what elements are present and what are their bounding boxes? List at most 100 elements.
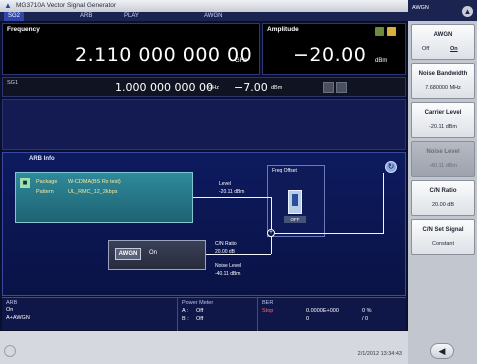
sg1-amplitude-unit: dBm (271, 85, 283, 91)
awgn-box[interactable]: AWGN On (108, 240, 206, 270)
softkey-noise-bandwidth-value: 7.680000 MHz (425, 85, 461, 91)
soft-key-panel-title: AWGN (412, 5, 429, 11)
output-riser-wire (383, 173, 384, 234)
bottom-bar: 2/1/2012 13:34:43 (0, 331, 408, 364)
main-display: Frequency 2.110 000 000 00 GHz Amplitude… (0, 21, 408, 331)
sg1-frequency-value: 1.000 000 000 00 (115, 81, 213, 94)
level-value: -20.11 dBm (219, 189, 245, 195)
soft-key-header: AWGN ▲ (408, 0, 477, 21)
window-title: MG3710A Vector Signal Generator (16, 2, 117, 9)
amplitude-mod-icon[interactable] (375, 27, 384, 36)
arb-status-line2: A+AWGN (6, 315, 30, 321)
softkey-carrier-level[interactable]: Carrier Level -20.11 dBm (411, 102, 475, 138)
softkey-noise-bandwidth[interactable]: Noise Bandwidth 7.680000 MHz (411, 63, 475, 99)
app-logo-icon: ▲ (4, 1, 12, 10)
softkey-cn-ratio-title: C/N Ratio (429, 188, 457, 194)
sg1-mod-button[interactable] (323, 82, 334, 93)
arb-status-line1: On (6, 307, 14, 313)
level-label: Level (219, 181, 231, 187)
amplitude-panel[interactable]: Amplitude −20.00 dBm (262, 23, 406, 75)
amplitude-lock-icon[interactable] (387, 27, 396, 36)
soft-key-panel: AWGN ▲ AWGN Off On Noise Bandwidth 7.680… (408, 0, 477, 364)
softkey-noise-level[interactable]: Noise Level -40.11 dBm (411, 141, 475, 177)
softkey-cn-set-signal-title: C/N Set Signal (422, 227, 464, 233)
arb-info-toggle-icon[interactable]: ↻ (385, 161, 397, 173)
awgn-badge: AWGN (115, 248, 141, 260)
noise-level-label: Noise Level (215, 263, 242, 269)
ber-percent: 0 % (362, 308, 372, 314)
softkey-awgn-off: Off (422, 46, 430, 52)
frequency-unit: GHz (235, 58, 247, 64)
window-title-bar: MG3710A Vector Signal Generator (0, 0, 408, 12)
tab-strip: SG2 ARB PLAY AWGN (0, 12, 408, 21)
ber-title: BER (262, 300, 274, 306)
sg1-summary-bar[interactable]: SG1 1.000 000 000 00 GHz −7.00 dBm (2, 77, 406, 97)
tab-sg2[interactable]: SG2 (4, 12, 25, 21)
package-value: W-CDMA(BS Rx test) (68, 179, 121, 185)
status-bar: ARB On A+AWGN Power Meter A : Off B : Of… (2, 297, 406, 331)
pattern-value: UL_RMC_12_2kbps (68, 189, 118, 195)
softkey-cn-ratio[interactable]: C/N Ratio 20.00 dB (411, 180, 475, 216)
ber-status: BER Stop 0.0000E+000 0 % 0 / 0 (258, 298, 406, 331)
power-meter-title: Power Meter (182, 300, 214, 306)
package-icon: ■ (20, 178, 30, 188)
cn-ratio-label: C/N Ratio (215, 241, 237, 247)
freq-offset-slider[interactable] (288, 190, 302, 214)
freq-offset-value: OFF (284, 216, 306, 223)
tab-awgn[interactable]: AWGN (204, 12, 222, 21)
ber-error-count: 0 (306, 316, 310, 322)
package-box[interactable]: ■ Package W-CDMA(BS Rx test) Pattern UL_… (15, 172, 193, 223)
sum-output-wire (275, 233, 383, 234)
softkey-awgn-on: On (450, 46, 458, 52)
amplitude-unit: dBm (375, 58, 388, 64)
frequency-value[interactable]: 2.110 000 000 00 (75, 44, 252, 66)
power-meter-b-label: B : (182, 316, 189, 322)
power-meter-a-value: Off (196, 308, 204, 314)
tab-play[interactable]: PLAY (124, 12, 139, 21)
frequency-panel[interactable]: Frequency 2.110 000 000 00 GHz (2, 23, 260, 75)
freq-offset-slider-fill (292, 194, 298, 206)
pattern-label: Pattern (36, 189, 54, 195)
package-output-wire (193, 197, 271, 198)
sg1-output-button[interactable] (336, 82, 347, 93)
sg1-frequency-unit: GHz (208, 85, 219, 91)
amplitude-label: Amplitude (267, 26, 299, 33)
softkey-noise-level-value: -40.11 dBm (428, 163, 458, 169)
softkey-carrier-level-title: Carrier Level (424, 110, 462, 116)
signal-sum-node: + (267, 229, 275, 237)
arb-info-panel: ARB Info ↻ ■ Package W-CDMA(BS Rx test) … (2, 152, 406, 296)
awgn-state: On (149, 250, 158, 256)
freq-offset-label: Freq Offset (272, 168, 297, 174)
arb-info-title: ARB Info (29, 156, 55, 162)
frequency-label: Frequency (7, 26, 40, 33)
softkey-noise-bandwidth-title: Noise Bandwidth (418, 71, 468, 77)
cn-ratio-value: 20.00 dB (215, 249, 236, 255)
menu-up-icon[interactable]: ▲ (462, 6, 473, 17)
power-meter-a-label: A : (182, 308, 189, 314)
power-meter-b-value: Off (196, 316, 204, 322)
ber-total-count: / 0 (362, 316, 369, 322)
amplitude-value[interactable]: −20.00 (293, 44, 366, 66)
graph-area (2, 99, 406, 150)
back-icon[interactable]: ◀ (430, 343, 454, 359)
ber-state: Stop (262, 308, 274, 314)
power-meter-status: Power Meter A : Off B : Off (178, 298, 258, 331)
softkey-noise-level-title: Noise Level (426, 149, 460, 155)
softkey-awgn[interactable]: AWGN Off On (411, 24, 475, 60)
tab-arb[interactable]: ARB (80, 12, 92, 21)
awgn-to-sum-wire (271, 237, 272, 254)
ber-rate: 0.0000E+000 (306, 308, 339, 314)
softkey-carrier-level-value: -20.11 dBm (428, 124, 458, 130)
package-label: Package (36, 179, 58, 185)
package-to-sum-wire (271, 197, 272, 229)
softkey-awgn-title: AWGN (433, 32, 453, 38)
softkey-cn-set-signal-value: Constant (431, 241, 454, 247)
datetime: 2/1/2012 13:34:43 (357, 351, 402, 357)
arb-status: ARB On A+AWGN (2, 298, 178, 331)
softkey-cn-set-signal[interactable]: C/N Set Signal Constant (411, 219, 475, 255)
brand-logo-icon (4, 345, 16, 357)
softkey-cn-ratio-value: 20.00 dB (431, 202, 455, 208)
freq-offset-box[interactable]: Freq Offset OFF (267, 165, 325, 237)
sg1-label: SG1 (7, 80, 19, 86)
sg1-amplitude-value: −7.00 (234, 81, 268, 94)
